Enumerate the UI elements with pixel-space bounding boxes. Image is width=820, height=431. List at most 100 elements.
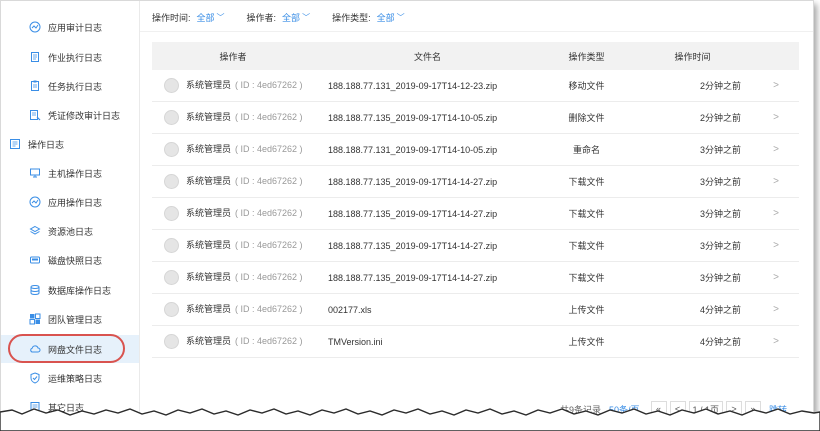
operator-name: 系统管理员 bbox=[186, 143, 232, 154]
chevron-right-icon[interactable]: > bbox=[753, 133, 799, 166]
table-body: 系统管理员( ID : 4ed67262 ) 188.188.77.131_201… bbox=[152, 70, 799, 358]
header-operator: 操作者 bbox=[152, 42, 314, 70]
table-row[interactable]: 系统管理员( ID : 4ed67262 ) 188.188.77.131_201… bbox=[152, 70, 799, 102]
app-audit-icon bbox=[29, 21, 41, 33]
table-row[interactable]: 系统管理员( ID : 4ed67262 ) 188.188.77.131_201… bbox=[152, 133, 799, 166]
sidebar-item-disk-snapshot-log[interactable]: 磁盘快照日志 bbox=[1, 246, 139, 274]
operator-cell: 系统管理员( ID : 4ed67262 ) bbox=[152, 133, 314, 166]
operator-name: 系统管理员 bbox=[186, 335, 232, 346]
operation-time-cell: 4分钟之前 bbox=[632, 325, 753, 358]
operation-type-cell: 重命名 bbox=[541, 133, 632, 166]
page-size-select[interactable]: 50条/页 bbox=[609, 403, 640, 416]
filename-cell: 188.188.77.131_2019-09-17T14-10-05.zip bbox=[314, 133, 541, 166]
operation-type-cell: 上传文件 bbox=[541, 293, 632, 326]
time-filter[interactable]: 操作时间: 全部 ﹀ bbox=[152, 11, 225, 24]
table-row[interactable]: 系统管理员( ID : 4ed67262 ) 002177.xls 上传文件 4分钟之… bbox=[152, 293, 799, 326]
operation-type-cell: 下载文件 bbox=[541, 197, 632, 230]
sidebar-item-label: 任务执行日志 bbox=[48, 81, 103, 92]
sidebar-item-label: 资源池日志 bbox=[48, 226, 94, 237]
sidebar-item-cutoff[interactable] bbox=[1, 1, 139, 11]
sidebar: 应用审计日志 作业执行日志 任务执行日志 凭证修改审计日志 操作日志 主机操作日… bbox=[1, 1, 140, 425]
operation-log-icon bbox=[9, 138, 21, 150]
operation-time-cell: 2分钟之前 bbox=[632, 70, 753, 102]
file-log-table: 操作者 文件名 操作类型 操作时间 系统管理员( ID : 4ed67262 )… bbox=[152, 42, 799, 358]
chevron-right-icon[interactable]: > bbox=[753, 261, 799, 294]
operator-id: ( ID : 4ed67262 ) bbox=[235, 303, 303, 314]
cloud-disk-icon bbox=[29, 343, 41, 355]
chevron-right-icon[interactable]: > bbox=[753, 197, 799, 230]
sidebar-item-job-log[interactable]: 作业执行日志 bbox=[1, 43, 139, 71]
table-row[interactable]: 系统管理员( ID : 4ed67262 ) 188.188.77.135_201… bbox=[152, 261, 799, 294]
filter-bar: 操作时间: 全部 ﹀ 操作者: 全部 ﹀ 操作类型: 全部 ﹀ bbox=[152, 10, 427, 24]
table-header-row: 操作者 文件名 操作类型 操作时间 bbox=[152, 42, 799, 70]
sidebar-item-database-log[interactable]: 数据库操作日志 bbox=[1, 276, 139, 304]
sidebar-item-resource-pool-log[interactable]: 资源池日志 bbox=[1, 217, 139, 245]
time-filter-label: 操作时间: bbox=[152, 12, 191, 23]
filename-cell: 002177.xls bbox=[314, 293, 541, 326]
sidebar-item-label: 应用审计日志 bbox=[48, 22, 103, 33]
table-row[interactable]: 系统管理员( ID : 4ed67262 ) TMVersion.ini 上传文件 4… bbox=[152, 325, 799, 358]
header-filename: 文件名 bbox=[314, 42, 541, 70]
sidebar-item-team-log[interactable]: 团队管理日志 bbox=[1, 305, 139, 333]
type-filter-value[interactable]: 全部 bbox=[377, 11, 395, 24]
operator-id: ( ID : 4ed67262 ) bbox=[235, 335, 303, 346]
sidebar-item-app-op-log[interactable]: 应用操作日志 bbox=[1, 188, 139, 216]
chevron-right-icon[interactable]: > bbox=[753, 325, 799, 358]
chevron-right-icon[interactable]: > bbox=[753, 70, 799, 102]
first-page-button[interactable]: « bbox=[650, 401, 667, 417]
sidebar-item-task-log[interactable]: 任务执行日志 bbox=[1, 72, 139, 100]
task-log-icon bbox=[29, 80, 41, 92]
operator-filter-value[interactable]: 全部 bbox=[282, 11, 300, 24]
table-row[interactable]: 系统管理员( ID : 4ed67262 ) 188.188.77.135_201… bbox=[152, 229, 799, 262]
chevron-right-icon[interactable]: > bbox=[753, 293, 799, 326]
table-row[interactable]: 系统管理员( ID : 4ed67262 ) 188.188.77.135_201… bbox=[152, 165, 799, 198]
operator-id: ( ID : 4ed67262 ) bbox=[235, 271, 303, 282]
time-filter-value[interactable]: 全部 bbox=[197, 11, 215, 24]
filename-cell: TMVersion.ini bbox=[314, 325, 541, 358]
operation-time-cell: 3分钟之前 bbox=[632, 165, 753, 198]
operation-time-cell: 3分钟之前 bbox=[632, 229, 753, 262]
filename-cell: 188.188.77.135_2019-09-17T14-14-27.zip bbox=[314, 229, 541, 262]
chevron-right-icon[interactable]: > bbox=[753, 229, 799, 262]
operator-filter[interactable]: 操作者: 全部 ﹀ bbox=[247, 11, 311, 24]
sidebar-group-operation-log[interactable]: 操作日志 bbox=[1, 130, 139, 158]
sidebar-item-app-audit[interactable]: 应用审计日志 bbox=[1, 13, 139, 41]
prev-page-button[interactable]: < bbox=[669, 401, 686, 417]
filename-cell: 188.188.77.135_2019-09-17T14-14-27.zip bbox=[314, 165, 541, 198]
header-actions bbox=[753, 42, 799, 70]
type-filter-label: 操作类型: bbox=[332, 12, 371, 23]
operation-time-cell: 4分钟之前 bbox=[632, 293, 753, 326]
sidebar-item-cloud-disk-log[interactable]: 网盘文件日志 bbox=[1, 335, 139, 363]
app-icon bbox=[29, 196, 41, 208]
operator-id: ( ID : 4ed67262 ) bbox=[235, 207, 303, 218]
sidebar-item-label: 网盘文件日志 bbox=[48, 344, 103, 355]
table-row[interactable]: 系统管理员( ID : 4ed67262 ) 188.188.77.135_201… bbox=[152, 101, 799, 134]
chevron-right-icon[interactable]: > bbox=[753, 165, 799, 198]
sidebar-item-label: 主机操作日志 bbox=[48, 168, 103, 179]
chevron-right-icon[interactable]: > bbox=[753, 101, 799, 134]
table-row[interactable]: 系统管理员( ID : 4ed67262 ) 188.188.77.135_201… bbox=[152, 197, 799, 230]
team-icon bbox=[29, 313, 41, 325]
operation-type-cell: 移动文件 bbox=[541, 70, 632, 102]
operation-type-cell: 删除文件 bbox=[541, 101, 632, 134]
sidebar-item-ops-policy-log[interactable]: 运维策略日志 bbox=[1, 364, 139, 392]
database-icon bbox=[29, 284, 41, 296]
total-records: 共9条记录 bbox=[560, 404, 602, 415]
type-filter[interactable]: 操作类型: 全部 ﹀ bbox=[332, 11, 405, 24]
app-window: 应用审计日志 作业执行日志 任务执行日志 凭证修改审计日志 操作日志 主机操作日… bbox=[0, 0, 814, 426]
jump-link[interactable]: 跳转 bbox=[769, 403, 787, 416]
other-log-icon bbox=[29, 401, 41, 413]
operator-cell: 系统管理员( ID : 4ed67262 ) bbox=[152, 229, 314, 262]
filename-cell: 188.188.77.135_2019-09-17T14-10-05.zip bbox=[314, 101, 541, 134]
resource-pool-icon bbox=[29, 225, 41, 237]
next-page-button[interactable]: > bbox=[726, 401, 743, 417]
avatar bbox=[164, 206, 179, 222]
sidebar-item-host-log[interactable]: 主机操作日志 bbox=[1, 159, 139, 187]
credential-log-icon bbox=[29, 109, 41, 121]
operator-id: ( ID : 4ed67262 ) bbox=[235, 79, 303, 90]
sidebar-item-other-log[interactable]: 其它日志 bbox=[1, 393, 139, 421]
operator-id: ( ID : 4ed67262 ) bbox=[235, 143, 303, 154]
sidebar-item-credential-log[interactable]: 凭证修改审计日志 bbox=[1, 101, 139, 129]
sidebar-item-label: 运维策略日志 bbox=[48, 373, 103, 384]
last-page-button[interactable]: » bbox=[745, 401, 762, 417]
